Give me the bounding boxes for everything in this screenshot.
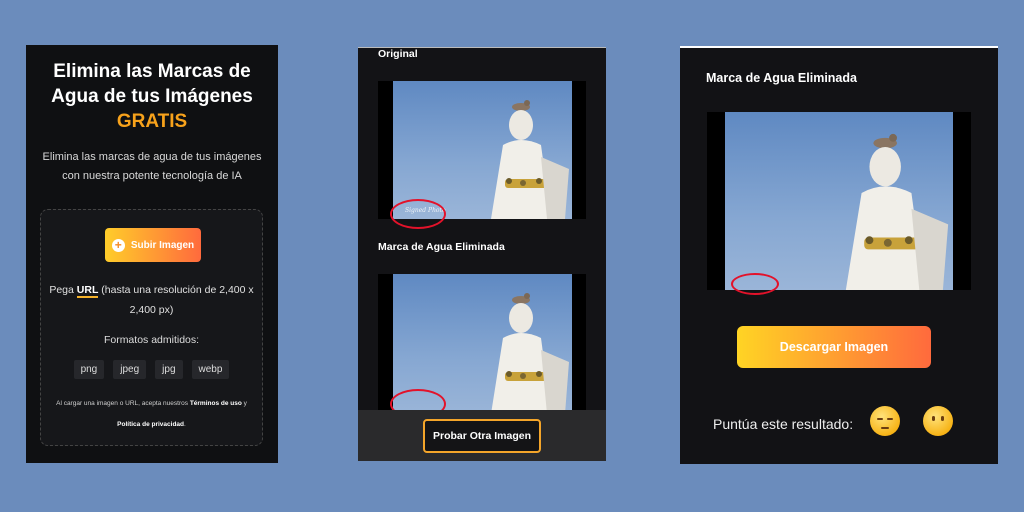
legal-prefix: Al cargar una imagen o URL, acepta nuest…	[56, 400, 188, 407]
removed-area-highlight-ring	[731, 273, 779, 295]
format-chip: jpg	[155, 360, 183, 379]
paste-suffix: (hasta una resolución de 2,400 x 2,400 p…	[101, 284, 254, 316]
watermark-highlight-ring	[390, 199, 446, 229]
statue-illustration	[491, 293, 569, 414]
upload-dropzone[interactable]: + Subir Imagen Pega URL (hasta una resol…	[40, 209, 263, 446]
legal-end: .	[184, 421, 186, 428]
page-title: Elimina las Marcas de Agua de tus Imágen…	[26, 59, 278, 134]
pensive-face-icon[interactable]	[870, 406, 900, 436]
upload-image-button[interactable]: + Subir Imagen	[105, 228, 201, 262]
title-line-1: Elimina las Marcas de	[53, 61, 251, 82]
result-panel: Marca de Agua Eliminada Descargar Imagen…	[680, 46, 998, 464]
try-another-image-button[interactable]: Probar Otra Imagen	[423, 419, 541, 453]
result-image	[725, 112, 953, 290]
title-line-2: Agua de tus Imágenes	[51, 86, 253, 107]
legal-and: y	[243, 400, 247, 407]
original-image-frame: Signed Photo	[378, 81, 586, 229]
title-highlight: GRATIS	[116, 111, 188, 132]
rate-result-label: Puntúa este resultado:	[713, 416, 854, 432]
download-image-button[interactable]: Descargar Imagen	[737, 326, 931, 368]
statue-illustration	[845, 133, 949, 290]
legal-notice: Al cargar una imagen o URL, acepta nuest…	[51, 393, 252, 435]
result-title: Marca de Agua Eliminada	[706, 71, 857, 85]
upload-panel: Elimina las Marcas de Agua de tus Imágen…	[26, 45, 278, 463]
privacy-link[interactable]: Política de privacidad	[117, 421, 184, 428]
removed-label: Marca de Agua Eliminada	[378, 241, 505, 253]
format-chip: jpeg	[113, 360, 147, 379]
subtitle: Elimina las marcas de agua de tus imágen…	[42, 151, 262, 182]
upload-button-label: Subir Imagen	[130, 239, 195, 251]
format-chip: png	[73, 360, 105, 379]
statue-illustration	[491, 100, 569, 219]
formats-label: Formatos admitidos:	[103, 334, 200, 346]
format-chip: webp	[191, 360, 230, 379]
comparison-panel: Original Signed Photo Marca de Agua Elim…	[358, 47, 606, 461]
paste-url-text: Pega URL (hasta una resolución de 2,400 …	[49, 280, 254, 320]
result-image-frame	[378, 274, 586, 419]
original-label: Original	[378, 48, 418, 60]
paste-prefix: Pega	[49, 284, 74, 296]
paste-url-link[interactable]: URL	[76, 284, 99, 298]
result-image-frame	[707, 112, 971, 295]
terms-link[interactable]: Términos de uso	[190, 400, 242, 407]
bottom-action-bar: Probar Otra Imagen	[358, 410, 606, 461]
neutral-face-icon[interactable]	[923, 406, 953, 436]
formats-list: png jpeg jpg webp	[41, 360, 262, 379]
plus-icon: +	[111, 238, 125, 252]
